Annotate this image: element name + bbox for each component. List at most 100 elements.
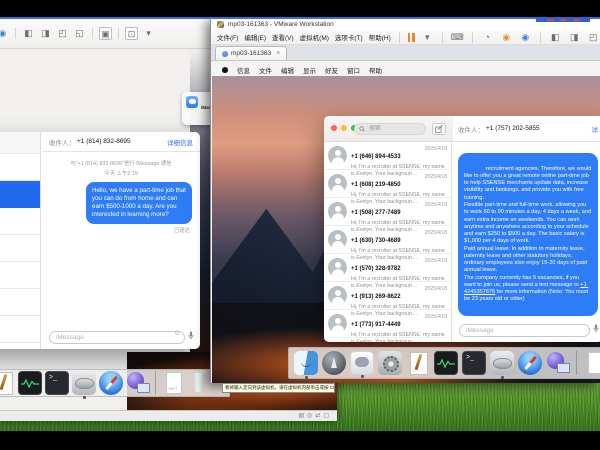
display-scale-icon[interactable]: ⊡ (125, 27, 138, 40)
mac-menu-0[interactable]: 信息 (237, 65, 250, 75)
messages-icon[interactable] (350, 351, 374, 375)
launchpad-icon[interactable] (322, 351, 346, 375)
tab-close-icon[interactable]: × (276, 50, 280, 57)
search-field[interactable] (354, 123, 426, 135)
search-input[interactable] (367, 125, 421, 133)
conversation-date: 2025/4/18 (425, 174, 447, 180)
mac-menu-4[interactable]: 好友 (325, 65, 338, 75)
to-value: +1 (814) 832-8695 (77, 138, 131, 145)
hdd-status-icon[interactable]: ▤ (298, 413, 304, 419)
window-controls[interactable] (536, 17, 590, 22)
conversation-list-item[interactable]: 2:19 (0, 262, 40, 289)
conversation-list-item[interactable]: 2:19 (0, 316, 40, 343)
textedit-icon[interactable] (406, 351, 430, 375)
message-input-row: ☺ (49, 326, 194, 344)
safari-icon[interactable] (518, 351, 542, 375)
activity-monitor-icon[interactable] (18, 371, 42, 395)
conversation-list-item[interactable]: +1 (570) 328-97822025/4/18Hi, I'm a recr… (324, 254, 451, 282)
menu-item-1[interactable]: 编辑(E) (244, 32, 266, 42)
manage-snapshots-icon[interactable]: ◉ (519, 31, 532, 44)
snapshot-clock-icon[interactable]: ◔ (481, 31, 494, 44)
vmware-input-hint-tooltip: 要将输入定向到该虚拟机，请在虚拟机内部单击或按 Ctrl+G。 (222, 383, 335, 393)
thumbnail-bar-icon[interactable]: ◨ (39, 27, 52, 40)
textedit-icon[interactable] (0, 371, 15, 395)
conversation-list-item[interactable]: +1 (508) 277-74892025/4/18Hi, I'm a recr… (324, 198, 451, 226)
menu-item-3[interactable]: 虚拟机(M) (300, 32, 329, 42)
minimize-button[interactable] (547, 19, 554, 21)
automator-icon[interactable] (72, 371, 96, 395)
conversation-list-item[interactable]: 2:19 (0, 235, 40, 262)
toolbar-separator (472, 32, 473, 43)
conversation-list-item[interactable]: 2:19 (0, 289, 40, 316)
take-snapshot-icon[interactable]: ◉ (500, 31, 513, 44)
activity-monitor-icon[interactable] (434, 351, 458, 375)
pause-icon[interactable] (408, 33, 415, 42)
mac-menu-6[interactable]: 帮助 (369, 65, 382, 75)
terminal-icon[interactable]: >_ (45, 371, 69, 395)
conversation-list-item[interactable]: 2:19 (0, 208, 40, 235)
safari-icon[interactable] (99, 371, 123, 395)
vm-tab[interactable]: mp03-161363 × (215, 46, 287, 60)
power-icon[interactable]: ◉ (0, 27, 9, 40)
close-traffic-light[interactable] (331, 125, 337, 131)
microphone-icon[interactable] (593, 324, 599, 333)
caret-down-icon[interactable]: ▾ (142, 27, 155, 40)
finder-icon[interactable] (294, 351, 318, 375)
network-status-icon[interactable]: ⇄ (315, 413, 320, 419)
system-preferences-icon[interactable] (378, 351, 402, 375)
conversation-list-item[interactable]: +1 (646) 894-45332025/4/18Hi, I'm a recr… (324, 142, 451, 170)
conversation-list-item[interactable]: 2:19 (0, 343, 40, 349)
caret-down-icon[interactable]: ▾ (421, 31, 434, 44)
vm-left-dock: >_ (0, 369, 230, 397)
screen-sharing-icon[interactable] (546, 351, 570, 375)
details-link[interactable]: 详 (592, 124, 599, 134)
imessage-intro-line: 与“+1 (814) 832-8695”进行 iMessage 通信 (42, 159, 200, 167)
imessage-input[interactable] (49, 331, 185, 344)
fullscreen-view-icon[interactable]: ◰ (56, 27, 69, 40)
conversation-pane: recruitment agencies. Therefore, we woul… (453, 142, 600, 342)
trash-icon[interactable] (188, 371, 212, 395)
conversation-list-item[interactable]: +1 (608) 219-48502025/4/18Hi, I'm a recr… (324, 170, 451, 198)
conversation-phone: +1 (913) 269-8622 (351, 294, 401, 300)
conversation-list-item[interactable]: 2:19 (0, 181, 40, 208)
vm-tab-label: mp03-161363 (231, 50, 271, 57)
show-library-icon[interactable]: ◧ (22, 27, 35, 40)
menu-item-2[interactable]: 查看(V) (272, 32, 294, 42)
emoji-icon[interactable]: ☺ (173, 328, 181, 337)
details-link[interactable]: 详细信息 (167, 137, 193, 147)
mac-menu-1[interactable]: 文件 (259, 65, 272, 75)
vmware-left-statusbar: ▤◎⇄▢ (0, 410, 337, 421)
conversation-list-item[interactable]: +1 (630) 730-46892025/4/18Hi, I'm a recr… (324, 226, 451, 254)
menu-item-0[interactable]: 文件(F) (217, 32, 238, 42)
terminal-icon[interactable]: >_ (462, 351, 486, 375)
compose-button[interactable] (432, 123, 446, 135)
document-icon[interactable] (583, 351, 600, 375)
minimize-traffic-light[interactable] (341, 125, 347, 131)
console-view-icon[interactable]: ▣ (99, 27, 112, 40)
conversation-list-item[interactable]: +1 (858) 380-64202025/4/18Hi, I'm a recr… (324, 338, 451, 342)
screen-sharing-icon[interactable] (126, 371, 150, 395)
mac-menu-5[interactable]: 窗口 (347, 65, 360, 75)
conversation-list-item[interactable]: 2:19 (0, 154, 40, 181)
show-library-icon[interactable]: ◧ (549, 31, 562, 44)
send-ctrl-alt-del-icon[interactable]: ⌨ (451, 31, 464, 44)
imessage-input[interactable] (459, 324, 590, 337)
close-button[interactable] (573, 19, 580, 21)
avatar-icon (328, 258, 347, 277)
automator-icon[interactable] (490, 351, 514, 375)
apple-menu-icon[interactable] (222, 67, 228, 73)
maximize-button[interactable] (560, 19, 567, 21)
microphone-icon[interactable] (188, 331, 194, 340)
document-soft-icon[interactable] (161, 371, 185, 395)
menu-item-4[interactable]: 选项卡(T) (335, 32, 363, 42)
mac-menu-3[interactable]: 显示 (303, 65, 316, 75)
usb-status-icon[interactable]: ▢ (323, 413, 329, 419)
conversation-list-item[interactable]: +1 (773) 917-44492025/4/18Hi, I'm a recr… (324, 310, 451, 338)
menu-item-5[interactable]: 帮助(H) (369, 32, 391, 42)
unity-view-icon[interactable]: ◱ (73, 27, 86, 40)
fullscreen-view-icon[interactable]: ◰ (587, 31, 600, 44)
conversation-list-item[interactable]: +1 (913) 269-86222025/4/18Hi, I'm a recr… (324, 282, 451, 310)
cd-status-icon[interactable]: ◎ (307, 413, 312, 419)
mac-menu-2[interactable]: 编辑 (281, 65, 294, 75)
thumbnail-bar-icon[interactable]: ◨ (568, 31, 581, 44)
